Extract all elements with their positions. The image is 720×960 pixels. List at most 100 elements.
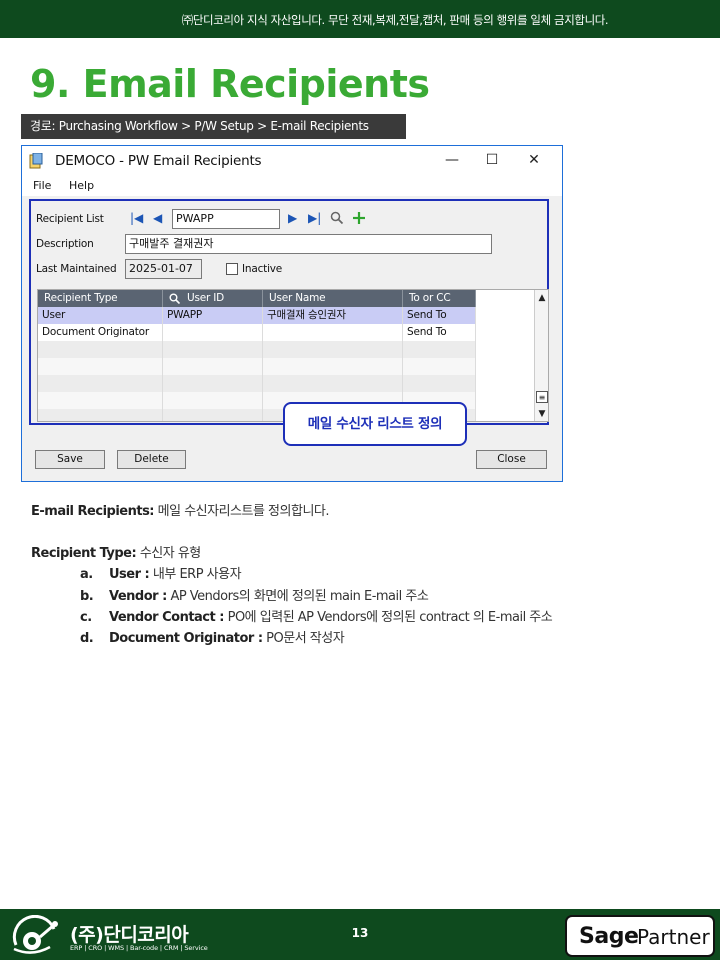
list-item: a. User : 내부 ERP 사용자 [80, 563, 242, 582]
menu-file[interactable]: File [33, 179, 51, 192]
copyright-notice: ㈜단디코리아 지식 자산입니다. 무단 전재,복제,전달,캡처, 판매 등의 행… [181, 13, 609, 27]
menu-help[interactable]: Help [69, 179, 94, 192]
scroll-thumb-icon[interactable]: ≡ [536, 391, 548, 403]
search-icon[interactable] [330, 211, 344, 225]
cell-recipient-type: User [38, 307, 163, 324]
window-title: DEMOCO - PW Email Recipients [55, 153, 262, 169]
list-marker: d. [80, 631, 94, 646]
paragraph-recipient-type: Recipient Type: 수신자 유형 [31, 542, 201, 561]
column-header-user-name[interactable]: User Name [263, 290, 403, 307]
cell-to-or-cc: Send To [403, 324, 476, 341]
recipient-type-desc: 수신자 유형 [139, 546, 201, 561]
recipient-list-label: Recipient List [36, 213, 104, 225]
paragraph-email-recipients: E-mail Recipients: 메일 수신자리스트를 정의합니다. [31, 500, 330, 519]
inactive-label: Inactive [242, 263, 283, 275]
company-name: (주)단디코리아 [70, 924, 189, 946]
empty-row[interactable] [38, 358, 476, 375]
cell-user-id: PWAPP [163, 307, 263, 324]
list-item: b. Vendor : AP Vendors의 화면에 정의된 main E-ma… [80, 585, 429, 604]
description-label: Description [36, 238, 94, 250]
menu-path: 경로: Purchasing Workflow > P/W Setup > E-… [21, 114, 406, 139]
page-number: 13 [351, 926, 369, 940]
list-term: User : [109, 567, 150, 582]
last-record-icon[interactable]: ▶| [308, 211, 321, 225]
table-row[interactable]: Document Originator Send To [38, 324, 476, 341]
cell-recipient-type: Document Originator [38, 324, 163, 341]
list-item: d. Document Originator : PO문서 작성자 [80, 627, 345, 646]
recipient-list-input[interactable]: PWAPP [172, 209, 280, 229]
empty-cell [263, 375, 403, 392]
recipient-type-term: Recipient Type: [31, 546, 137, 561]
empty-cell [403, 341, 476, 358]
partner-text: Partner [637, 925, 710, 949]
first-record-icon[interactable]: |◀ [130, 211, 143, 225]
empty-cell [163, 409, 263, 421]
scroll-down-icon[interactable]: ▼ [536, 408, 548, 420]
list-item: c. Vendor Contact : PO에 입력된 AP Vendors에 정… [80, 606, 553, 625]
empty-row[interactable] [38, 375, 476, 392]
cell-user-id [163, 324, 263, 341]
scroll-up-icon[interactable]: ▲ [536, 292, 548, 304]
empty-cell [163, 375, 263, 392]
empty-cell [163, 358, 263, 375]
list-marker: b. [80, 589, 94, 604]
window-close-button[interactable]: ✕ [517, 149, 551, 171]
empty-cell [38, 409, 163, 421]
empty-cell [38, 375, 163, 392]
cell-user-name: 구매결재 승인권자 [263, 307, 403, 324]
empty-cell [163, 392, 263, 409]
list-desc: PO에 입력된 AP Vendors에 정의된 contract 의 E-mai… [227, 610, 553, 625]
empty-cell [403, 375, 476, 392]
grid-scrollbar[interactable]: ▲ ≡ ▼ [534, 290, 548, 421]
empty-cell [38, 392, 163, 409]
top-banner: ㈜단디코리아 지식 자산입니다. 무단 전재,복제,전달,캡처, 판매 등의 행… [0, 0, 720, 38]
empty-cell [163, 341, 263, 358]
minimize-button[interactable]: — [435, 149, 469, 171]
list-desc: AP Vendors의 화면에 정의된 main E-mail 주소 [170, 589, 429, 604]
grid-header: Recipient Type User ID User Name To or C… [38, 290, 476, 307]
page-title: 9. Email Recipients [30, 62, 430, 106]
window-titlebar: DEMOCO - PW Email Recipients — ☐ ✕ [22, 146, 562, 176]
list-marker: c. [80, 610, 92, 625]
list-desc: 내부 ERP 사용자 [152, 567, 242, 582]
cell-to-or-cc: Send To [403, 307, 476, 324]
last-maintained-label: Last Maintained [36, 263, 117, 275]
recipient-list-callout: 메일 수신자 리스트 정의 [283, 402, 467, 446]
list-term: Vendor : [109, 589, 167, 604]
empty-cell [263, 341, 403, 358]
column-header-recipient-type[interactable]: Recipient Type [38, 290, 163, 307]
sage-partner-badge: Sage Partner [565, 915, 715, 957]
inactive-checkbox[interactable] [226, 263, 238, 275]
list-marker: a. [80, 567, 93, 582]
email-recipients-term: E-mail Recipients: [31, 504, 155, 519]
empty-cell [263, 358, 403, 375]
list-term: Document Originator : [109, 631, 263, 646]
cell-user-name [263, 324, 403, 341]
email-recipients-window: DEMOCO - PW Email Recipients — ☐ ✕ File … [21, 145, 563, 482]
email-recipients-desc: 메일 수신자리스트를 정의합니다. [157, 504, 330, 519]
empty-cell [403, 358, 476, 375]
table-row[interactable]: User PWAPP 구매결재 승인권자 Send To [38, 307, 476, 324]
recipient-form-panel: Recipient List |◀ ◀ PWAPP ▶ ▶| Descripti… [29, 199, 549, 425]
list-term: Vendor Contact : [109, 610, 224, 625]
maximize-button[interactable]: ☐ [475, 149, 509, 171]
save-button[interactable]: Save [35, 450, 105, 469]
add-icon[interactable] [352, 211, 366, 225]
close-button[interactable]: Close [476, 450, 547, 469]
sage-logo-text: Sage [579, 924, 639, 949]
app-icon [29, 153, 43, 169]
company-tagline: ERP | CRO | WMS | Bar-code | CRM | Servi… [70, 944, 208, 952]
column-search-icon[interactable] [169, 293, 180, 304]
list-desc: PO문서 작성자 [266, 631, 345, 646]
next-record-icon[interactable]: ▶ [288, 211, 297, 225]
description-input[interactable]: 구매발주 결재권자 [125, 234, 492, 254]
delete-button[interactable]: Delete [117, 450, 186, 469]
previous-record-icon[interactable]: ◀ [153, 211, 162, 225]
empty-row[interactable] [38, 341, 476, 358]
last-maintained-field: 2025-01-07 [125, 259, 202, 279]
empty-cell [38, 341, 163, 358]
menu-bar: File Help [22, 176, 562, 196]
empty-cell [38, 358, 163, 375]
dandi-logo-icon [12, 915, 58, 954]
column-header-to-or-cc[interactable]: To or CC [403, 290, 476, 307]
